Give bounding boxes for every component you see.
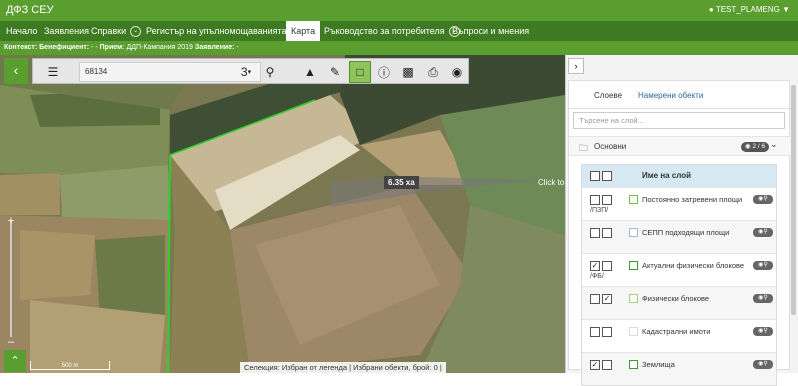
layer-name: Кадастрални имоти: [642, 327, 711, 336]
layer-color-swatch: [629, 327, 638, 336]
layer-name: СЕПП подходящи площи: [642, 228, 730, 237]
tab-divider: [569, 108, 791, 109]
info-icon[interactable]: ⓘ: [373, 61, 395, 83]
user-icon: ●: [708, 5, 714, 14]
layer-name: Землища: [642, 360, 675, 369]
user-menu[interactable]: ● TEST_PLAMENG ▼: [709, 5, 790, 14]
measure-hint: Click to: [538, 178, 565, 187]
layer-select-checkbox[interactable]: [602, 360, 612, 370]
layer-color-swatch: [629, 261, 638, 270]
layer-select-checkbox[interactable]: [602, 195, 612, 205]
layer-row[interactable]: Постоянно затревени площи/ПЗП/ ◉⚲: [582, 187, 776, 220]
zoom-out-icon[interactable]: –: [5, 336, 17, 348]
nav-item-map[interactable]: Карта: [286, 21, 321, 41]
layer-search-input[interactable]: Търсене на слой...: [573, 112, 785, 129]
selection-status: Селекция: Избран от легенда | Избрани об…: [240, 362, 446, 373]
layer-select-checkbox[interactable]: ✓: [602, 294, 612, 304]
layer-visible-checkbox[interactable]: ✓: [590, 261, 600, 271]
layers-panel: Слоеве Намерени обекти Търсене на слой..…: [568, 80, 791, 386]
collapse-sidebar-button[interactable]: ›: [568, 58, 584, 74]
map-toolbar: ☰ 68134 3 ▾ ⚲ ▲ ✎ □ ⓘ ▩ ⎙ ◉: [32, 58, 469, 84]
nav-item-user-guide[interactable]: Ръководство за потребителя ⌄: [324, 21, 460, 41]
nav-item-reports[interactable]: Справки ⌄: [91, 21, 142, 41]
layer-name: Постоянно затревени площи: [642, 195, 743, 204]
nav-item-home[interactable]: Начало: [6, 21, 37, 41]
layer-group-basic[interactable]: 🗀 Основни ◉ 2 / 6 ⌄: [569, 136, 791, 156]
zoom-in-icon[interactable]: +: [5, 215, 17, 227]
folder-icon: 🗀: [579, 143, 589, 153]
layer-row[interactable]: СЕПП подходящи площи ◉⚲: [582, 220, 776, 253]
layer-select-checkbox[interactable]: [602, 261, 612, 271]
layers-table-header: Име на слой: [582, 165, 776, 187]
layer-row[interactable]: ✓ Физически блокове ◉⚲: [582, 286, 776, 319]
tab-layers[interactable]: Слоеве: [589, 89, 627, 102]
layer-abbreviation: /ПЗП/: [590, 207, 609, 214]
nav-item-faq[interactable]: Въпроси и мнения: [452, 21, 529, 41]
layer-visible-checkbox[interactable]: [590, 228, 600, 238]
layers-table: Име на слой Постоянно затревени площи/ПЗ…: [581, 164, 777, 386]
scale-bar: 500 m: [30, 361, 110, 370]
layer-view-icon[interactable]: ◉⚲: [753, 228, 773, 237]
ruler-icon[interactable]: ✎: [324, 61, 346, 83]
layer-visible-checkbox[interactable]: [590, 327, 600, 337]
layer-visible-checkbox[interactable]: ✓: [590, 360, 600, 370]
layer-row[interactable]: ✓ Актуални физически блокове/ФБ/ ◉⚲: [582, 253, 776, 286]
context-bar: Контекст: Бенефициент: - - Прием: ДДП-Ка…: [0, 41, 798, 55]
layer-name-header: Име на слой: [642, 171, 692, 180]
measurement-label: 6.35 ха: [384, 176, 419, 189]
layer-color-swatch: [629, 228, 638, 237]
layer-color-swatch: [629, 360, 638, 369]
back-button[interactable]: ‹: [4, 58, 28, 84]
group-label: Основни: [594, 142, 627, 151]
zoom-slider-track[interactable]: [10, 221, 12, 337]
layer-abbreviation: /ФБ/: [590, 273, 604, 280]
nav-item-authorizations[interactable]: Регистър на упълномощаванията⌄: [146, 21, 302, 41]
caret-down-icon: ▼: [782, 5, 790, 14]
country-map-icon[interactable]: ▲: [299, 61, 321, 83]
main-nav: Начало Заявления Справки ⌄ Регистър на уп…: [0, 21, 798, 41]
search-icon[interactable]: ⚲: [259, 61, 281, 83]
layer-select-checkbox[interactable]: [602, 228, 612, 238]
layer-row[interactable]: ✓ Землища ◉⚲: [582, 352, 776, 385]
top-bar: ДФЗ СЕУ ● TEST_PLAMENG ▼: [0, 0, 798, 21]
layers-icon[interactable]: ▩: [397, 61, 419, 83]
layer-name: Актуални физически блокове: [642, 261, 745, 270]
chevron-down-icon[interactable]: ⌄: [770, 139, 778, 150]
map-view[interactable]: [0, 55, 565, 373]
expand-up-button[interactable]: ⌃: [4, 350, 26, 372]
satellite-imagery: [0, 55, 565, 373]
header-checkbox-2[interactable]: [602, 171, 612, 181]
layer-view-icon[interactable]: ◉⚲: [753, 327, 773, 336]
menu-icon[interactable]: ☰: [42, 61, 64, 83]
layer-visible-checkbox[interactable]: [590, 195, 600, 205]
layer-view-icon[interactable]: ◉⚲: [753, 195, 773, 204]
print-icon[interactable]: ⎙: [422, 61, 444, 83]
layer-view-icon[interactable]: ◉⚲: [753, 360, 773, 369]
layer-color-swatch: [629, 294, 638, 303]
visible-layers-badge: ◉ 2 / 6: [741, 142, 770, 152]
layer-view-icon[interactable]: ◉⚲: [753, 294, 773, 303]
sidebar-scrollbar[interactable]: [791, 85, 796, 315]
layer-color-swatch: [629, 195, 638, 204]
user-name: TEST_PLAMENG: [715, 5, 780, 14]
header-checkbox-1[interactable]: [590, 171, 600, 181]
layer-name: Физически блокове: [642, 294, 710, 303]
app-title[interactable]: ДФЗ СЕУ: [6, 4, 54, 16]
layer-count-dropdown[interactable]: 3 ▾: [233, 61, 259, 83]
chevron-down-icon: ⌄: [130, 26, 142, 38]
measure-area-icon[interactable]: □: [349, 61, 371, 83]
tab-found-objects[interactable]: Намерени обекти: [633, 89, 708, 102]
layer-row[interactable]: Кадастрални имоти ◉⚲: [582, 319, 776, 352]
layer-view-icon[interactable]: ◉⚲: [753, 261, 773, 270]
location-pin-icon[interactable]: ◉: [446, 61, 468, 83]
layer-select-checkbox[interactable]: [602, 327, 612, 337]
layer-visible-checkbox[interactable]: [590, 294, 600, 304]
nav-item-applications[interactable]: Заявления: [44, 21, 89, 41]
